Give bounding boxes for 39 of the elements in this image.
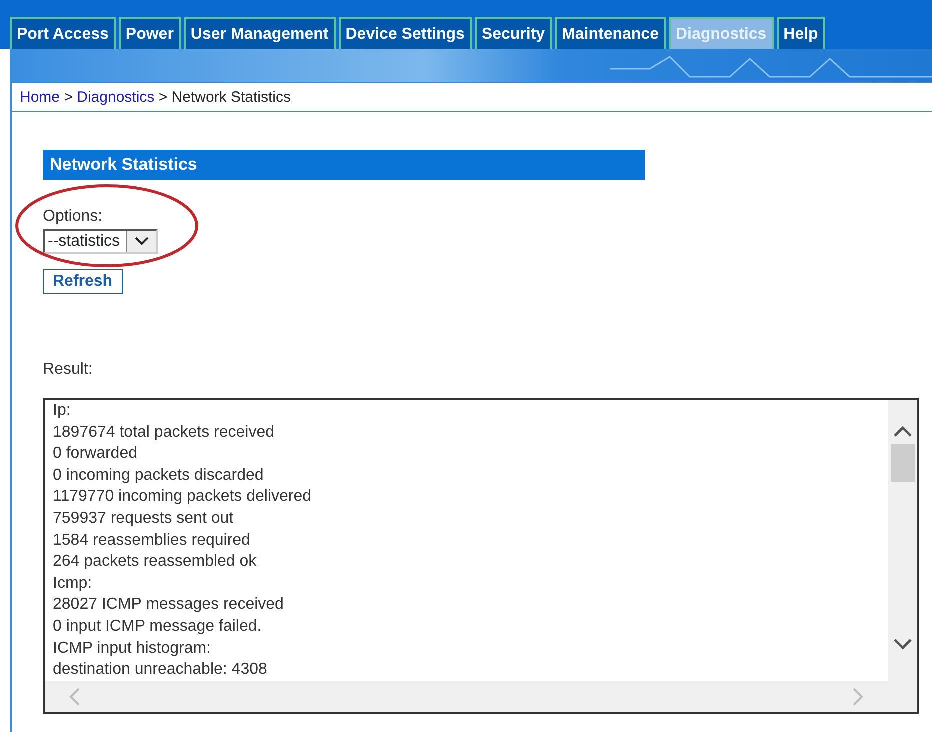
nav-tab[interactable]: Power [118, 17, 181, 49]
result-line: 1179770 incoming packets delivered [53, 487, 313, 508]
nav-tab[interactable]: Maintenance [555, 17, 666, 49]
result-line: 0 incoming packets discarded [53, 466, 265, 486]
result-textarea[interactable] [43, 398, 919, 714]
scroll-up-icon[interactable] [892, 426, 912, 438]
options-dropdown[interactable]: --statistics [43, 229, 158, 254]
result-line: 1584 reassemblies required [53, 530, 252, 551]
result-line: 0 input ICMP message failed. [53, 616, 263, 637]
result-line: Ip: [53, 401, 72, 421]
refresh-button[interactable]: Refresh [43, 269, 123, 294]
scroll-down-icon[interactable] [892, 638, 912, 650]
scroll-left-icon[interactable] [69, 686, 81, 706]
nav-tab[interactable]: User Management [184, 17, 336, 49]
nav-tab[interactable]: Device Settings [338, 17, 472, 49]
result-line: 264 packets reassembled ok [53, 552, 258, 572]
result-line: destination unreachable: 4308 [53, 660, 268, 680]
options-label: Options: [43, 207, 104, 227]
nav-tab[interactable]: Help [776, 17, 826, 49]
result-line: ICMP input histogram: [53, 638, 212, 659]
chevron-down-icon [134, 237, 148, 246]
result-line: 759937 requests sent out [53, 508, 235, 529]
horizontal-scrollbar[interactable] [45, 681, 888, 712]
vertical-scrollbar[interactable] [888, 400, 917, 712]
breadcrumb-separator: > [64, 89, 73, 106]
scroll-right-icon[interactable] [852, 686, 864, 706]
breadcrumb-separator: > [158, 89, 168, 106]
nav-tab[interactable]: Security [474, 17, 552, 49]
section-header: Network Statistics [43, 150, 645, 180]
result-line: 1897674 total packets received [53, 422, 276, 443]
breadcrumb-link[interactable]: Home [20, 89, 60, 106]
nav-tab[interactable]: Port Access [10, 17, 116, 49]
result-line: 28027 ICMP messages received [53, 595, 285, 616]
result-line: 0 forwarded [53, 444, 138, 464]
result-label: Result: [43, 360, 94, 380]
breadcrumb-link[interactable]: Diagnostics [77, 89, 155, 106]
result-line: Icmp: [53, 574, 94, 594]
breadcrumb-current: Network Statistics [172, 89, 291, 106]
scroll-thumb[interactable] [890, 444, 914, 482]
